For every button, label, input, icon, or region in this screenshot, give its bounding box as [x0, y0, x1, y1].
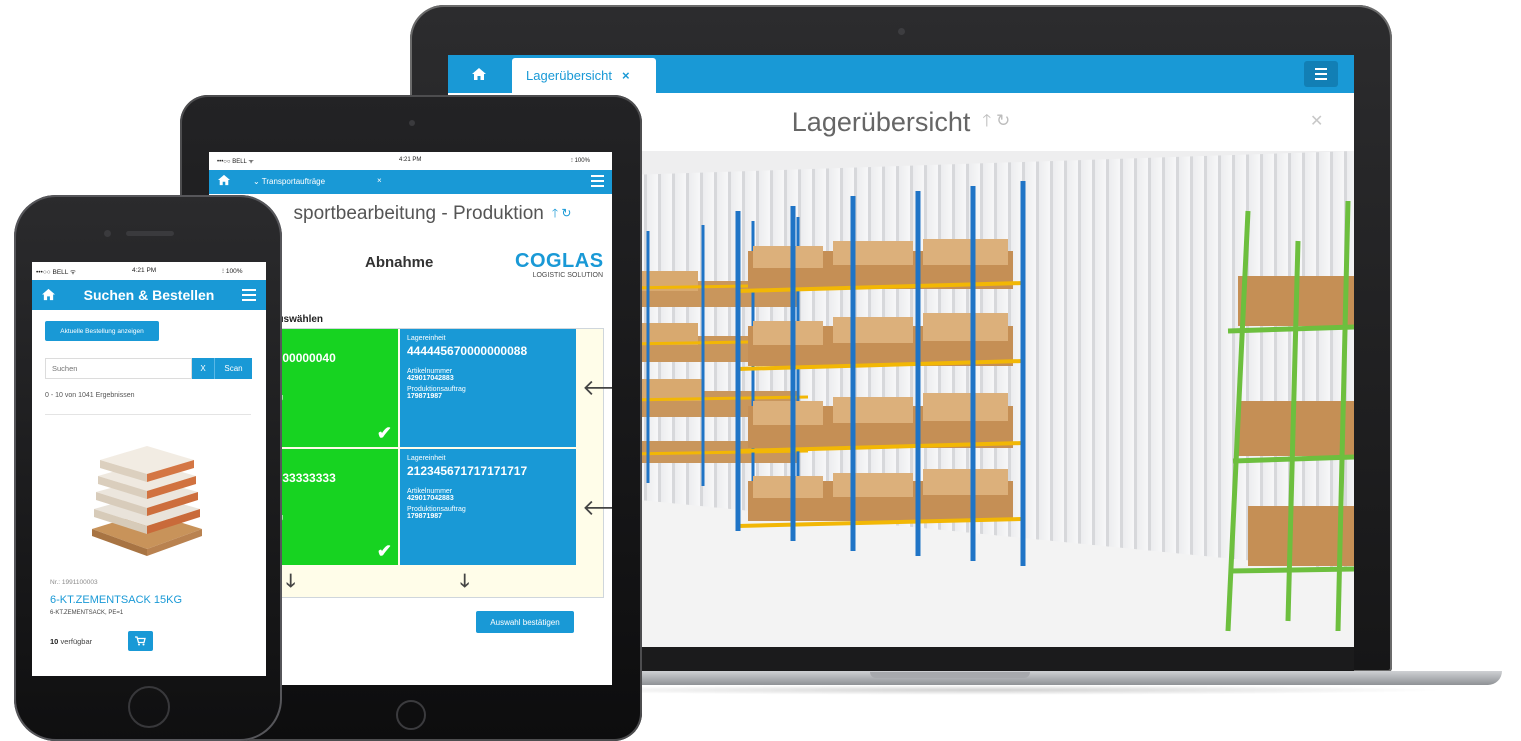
arrow-down-icon[interactable]: 🡓	[460, 569, 469, 599]
clock: 4:21 PM	[399, 157, 422, 163]
article-value: 429017042883	[407, 495, 454, 502]
order-label: Produktionsauftrag	[407, 386, 466, 393]
selection-grid: 0000000040 3 ftrag ✔ Lagereinheit 444445…	[261, 328, 612, 599]
close-icon[interactable]: ✕	[1310, 111, 1330, 131]
home-icon	[218, 174, 230, 186]
check-icon: ✔	[376, 423, 392, 443]
tablet-status-bar: •••○○ BELL ᯤ 4:21 PM ⁝ 100%	[209, 152, 612, 170]
search-input[interactable]	[45, 358, 192, 379]
hamburger-menu-icon[interactable]	[591, 175, 604, 187]
home-icon	[472, 68, 486, 80]
page-title-bar: sportbearbeitung - Produktion 🡑 ↻	[231, 196, 612, 232]
laptop-shadow	[520, 685, 1450, 695]
list-item-source-2[interactable]: 0033333333 3 ftrag ✔	[262, 449, 398, 565]
battery-icon: ⁝ 100%	[222, 268, 243, 275]
laptop-top-nav: Lagerübersicht ×	[448, 55, 1354, 93]
close-tab-icon[interactable]: ×	[377, 176, 382, 185]
product-image[interactable]	[82, 434, 212, 559]
product-description: 6-KT.ZEMENTSACK, PE=1	[50, 610, 124, 616]
results-count: 0 - 10 von 1041 Ergebnissen	[45, 392, 135, 399]
tab-label: Lagerübersicht	[526, 68, 612, 83]
page-title: Lagerübersicht	[791, 106, 971, 137]
source-detail: 3	[269, 379, 391, 386]
tab-transportauftraege[interactable]: ⌄ Transportaufträge	[253, 177, 325, 186]
source-detail-2: ftrag	[269, 514, 391, 521]
page-title: sportbearbeitung - Produktion	[293, 203, 544, 224]
laptop-camera	[898, 28, 905, 35]
order-label: Produktionsauftrag	[407, 506, 466, 513]
close-tab-icon[interactable]: ×	[622, 68, 630, 83]
list-item-target-2[interactable]: Lagereinheit 212345671717171717 Artikeln…	[400, 449, 576, 565]
divider	[45, 414, 251, 415]
order-value: 179871987	[407, 393, 443, 400]
source-number: 0033333333	[269, 471, 336, 485]
source-number: 0000000040	[269, 351, 336, 365]
tablet-top-nav: ⌄ Transportaufträge ×	[209, 170, 612, 194]
list-item-source-1[interactable]: 0000000040 3 ftrag ✔	[262, 329, 398, 447]
unit-label: Lagereinheit	[407, 335, 446, 342]
arrow-left-icon[interactable]: 🡐	[582, 375, 612, 401]
logo-tagline: LOGISTIC SOLUTION	[532, 272, 603, 279]
tablet-home-button[interactable]	[396, 700, 426, 730]
page-title: Suchen & Bestellen	[83, 287, 215, 303]
available-quantity: 10	[50, 637, 59, 646]
carrier: •••○○ BELL ᯤ	[217, 159, 254, 165]
refresh-icon[interactable]: 🡑 ↻	[552, 204, 572, 225]
cart-icon	[135, 636, 146, 646]
source-detail: 3	[269, 499, 391, 506]
phone-status-bar: •••○○ BELL ᯤ 4:21 PM ⁝ 100%	[32, 262, 266, 280]
phone-speaker	[126, 231, 174, 236]
tab-lageruebersicht[interactable]: Lagerübersicht ×	[512, 58, 656, 93]
phone-home-button[interactable]	[128, 686, 170, 728]
phone-screen: •••○○ BELL ᯤ 4:21 PM ⁝ 100% Suchen & Bes…	[32, 262, 266, 676]
unit-number: 212345671717171717	[407, 464, 528, 478]
phone-top-nav: Suchen & Bestellen	[32, 280, 266, 310]
product-number: Nr.: 1991100003	[50, 579, 98, 586]
home-button[interactable]	[217, 174, 231, 188]
laptop-notch	[870, 672, 1030, 678]
hamburger-menu-icon[interactable]	[1304, 61, 1338, 87]
article-label: Artikelnummer	[407, 368, 453, 375]
clock: 4:21 PM	[132, 267, 157, 274]
home-button[interactable]	[448, 55, 510, 93]
order-value: 179871987	[407, 513, 443, 520]
unit-number: 444445670000000088	[407, 344, 528, 358]
article-label: Artikelnummer	[407, 488, 453, 495]
confirm-selection-button[interactable]: Auswahl bestätigen	[476, 611, 574, 633]
scan-button[interactable]: Scan	[214, 358, 252, 379]
carrier: •••○○ BELL ᯤ	[36, 269, 76, 276]
availability-label: verfügbar	[60, 637, 93, 646]
availability: 10 verfügbar	[50, 637, 92, 646]
list-item-target-1[interactable]: Lagereinheit 444445670000000088 Artikeln…	[400, 329, 576, 447]
check-icon: ✔	[376, 541, 392, 561]
article-value: 429017042883	[407, 375, 454, 382]
logo-brand: COGLAS	[515, 250, 604, 272]
unit-label: Lagereinheit	[407, 455, 446, 462]
section-subtitle: Abnahme	[365, 254, 434, 271]
show-current-order-button[interactable]: Aktuelle Bestellung anzeigen	[45, 321, 159, 341]
arrow-left-icon[interactable]: 🡐	[582, 495, 612, 521]
phone-camera	[104, 230, 111, 237]
coglas-logo: COGLAS LOGISTIC SOLUTION	[515, 250, 603, 279]
product-name-link[interactable]: 6-KT.ZEMENTSACK 15KG	[50, 594, 182, 606]
clear-search-button[interactable]: X	[192, 358, 214, 379]
add-to-cart-button[interactable]	[128, 631, 153, 651]
arrow-down-icon[interactable]: 🡓	[286, 569, 295, 599]
tablet-camera	[409, 120, 415, 126]
battery-icon: ⁝ 100%	[571, 158, 590, 164]
source-detail-2: ftrag	[269, 394, 391, 401]
refresh-icon[interactable]: 🡑 ↻	[982, 108, 1010, 137]
hamburger-menu-icon[interactable]	[242, 289, 256, 301]
